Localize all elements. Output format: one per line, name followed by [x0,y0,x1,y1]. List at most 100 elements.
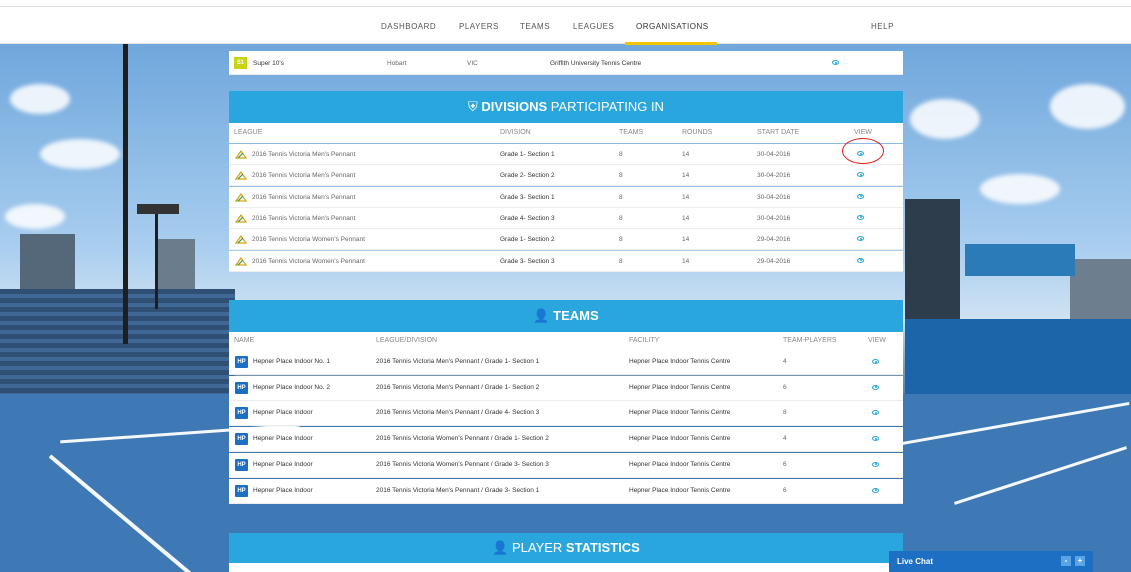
view-eye-icon[interactable] [872,461,879,467]
view-eye-icon[interactable] [832,60,839,65]
team-facility[interactable]: Hepner Place Indoor Tennis Centre [629,358,730,365]
team-facility[interactable]: Hepner Place Indoor Tennis Centre [629,461,730,468]
nav-organisations[interactable]: ORGANISATIONS [636,22,709,31]
team-facility[interactable]: Hepner Place Indoor Tennis Centre [629,409,730,416]
team-players-count: 8 [783,409,787,417]
team-badge: HP [235,356,248,368]
view-eye-icon[interactable] [857,172,864,178]
start-date: 30-04-2016 [757,214,791,222]
nav-dashboard[interactable]: DASHBOARD [381,22,436,31]
team-badge: HP [235,381,248,394]
team-players-count: 4 [783,358,787,365]
division-row: 2016 Tennis Victoria Men's Pennant Grade … [229,207,903,229]
division-name[interactable]: Grade 4- Section 3 [500,215,555,222]
highlight-circle [842,138,884,164]
nav-leagues[interactable]: LEAGUES [573,22,614,31]
divisions-section-header: ⛨ DIVISIONS PARTICIPATING IN [229,91,903,123]
team-league-division[interactable]: 2016 Tennis Victoria Men's Pennant / Gra… [376,487,539,494]
view-eye-icon[interactable] [857,236,864,242]
team-badge: HP [235,458,248,471]
team-name[interactable]: Hepner Place Indoor [253,461,313,468]
start-date: 29-04-2016 [757,257,791,265]
division-name[interactable]: Grade 3- Section 1 [500,194,555,201]
team-league-division[interactable]: 2016 Tennis Victoria Men's Pennant / Gra… [376,409,539,416]
view-eye-icon[interactable] [857,257,864,263]
team-row: HP Hepner Place Indoor 2016 Tennis Victori… [229,478,903,504]
divisions-table-header: LEAGUE DIVISION TEAMS ROUNDS START DATE … [229,123,903,143]
team-row: HP Hepner Place Indoor 2016 Tennis Victori… [229,427,903,453]
teams-title: TEAMS [553,308,599,323]
view-eye-icon[interactable] [857,214,864,220]
teams-count: 8 [619,236,623,244]
team-name[interactable]: Hepner Place Indoor No. 1 [253,358,330,365]
team-badge: HP [235,407,248,420]
teams-count: 8 [619,193,623,201]
division-name[interactable]: Grade 1- Section 2 [500,236,555,243]
division-name[interactable]: Grade 1- Section 1 [500,151,555,158]
player-stats-section-header: 👤 PLAYER STATISTICS [229,533,903,563]
team-league-division[interactable]: 2016 Tennis Victoria Men's Pennant / Gra… [376,358,539,365]
minimize-icon[interactable]: - [1061,556,1071,566]
team-facility[interactable]: Hepner Place Indoor Tennis Centre [629,384,730,391]
division-row: 2016 Tennis Victoria Men's Pennant Grade … [229,144,903,165]
league-logo-icon [235,192,247,202]
col-division: DIVISION [500,129,531,136]
teams-table-header: NAME LEAGUE/DIVISION FACILITY TEAM-PLAYE… [229,332,903,350]
col-rounds: ROUNDS [682,129,713,136]
league-name[interactable]: 2016 Tennis Victoria Men's Pennant [252,151,355,158]
team-row: HP Hepner Place Indoor 2016 Tennis Victori… [229,401,903,427]
start-date: 30-04-2016 [757,172,791,180]
view-eye-icon[interactable] [872,487,879,493]
nav-teams[interactable]: TEAMS [520,22,550,31]
league-name[interactable]: 2016 Tennis Victoria Men's Pennant [252,172,355,179]
league-name[interactable]: 2016 Tennis Victoria Women's Pennant [252,258,365,265]
club-city: Hobart [387,60,407,67]
team-name[interactable]: Hepner Place Indoor [253,409,313,416]
view-eye-icon[interactable] [857,193,864,199]
col-view: VIEW [868,337,886,344]
view-eye-icon[interactable] [872,410,879,416]
view-eye-icon[interactable] [872,384,879,390]
col-name: NAME [234,337,255,344]
division-name[interactable]: Grade 2- Section 2 [500,172,555,179]
rounds-count: 14 [682,172,690,180]
club-badge: S1 [234,57,247,69]
team-name[interactable]: Hepner Place Indoor [253,487,313,494]
live-chat-bar[interactable]: Live Chat - + [889,551,1093,572]
league-name[interactable]: 2016 Tennis Victoria Men's Pennant [252,194,355,201]
team-facility[interactable]: Hepner Place Indoor Tennis Centre [629,435,730,442]
division-row: 2016 Tennis Victoria Women's Pennant Grad… [229,250,903,272]
teams-count: 8 [619,172,623,180]
rounds-count: 14 [682,257,690,265]
team-name[interactable]: Hepner Place Indoor [253,435,313,442]
league-logo-icon [235,150,247,159]
team-players-count: 4 [783,435,787,443]
nav-help[interactable]: HELP [871,22,894,31]
league-name[interactable]: 2016 Tennis Victoria Men's Pennant [252,215,355,222]
team-players-count: 6 [783,460,787,468]
team-league-division[interactable]: 2016 Tennis Victoria Women's Pennant / G… [376,435,549,442]
view-eye-icon[interactable] [872,436,879,442]
col-team-players: TEAM-PLAYERS [783,337,837,344]
shield-icon: ⛨ [468,99,478,114]
col-view: VIEW [854,129,872,136]
team-name[interactable]: Hepner Place Indoor No. 2 [253,384,330,391]
rounds-count: 14 [682,214,690,222]
user-icon: 👤 [492,540,509,555]
team-league-division[interactable]: 2016 Tennis Victoria Men's Pennant / Gra… [376,384,539,391]
team-league-division[interactable]: 2016 Tennis Victoria Women's Pennant / G… [376,461,549,468]
team-facility[interactable]: Hepner Place Indoor Tennis Centre [629,487,730,494]
club-name: Super 10's [253,60,284,67]
division-name[interactable]: Grade 3- Section 3 [500,258,555,265]
divisions-title-rest: PARTICIPATING IN [547,99,664,114]
nav-players[interactable]: PLAYERS [459,22,499,31]
view-eye-icon[interactable] [872,359,879,364]
division-row: 2016 Tennis Victoria Men's Pennant Grade … [229,165,903,187]
teams-count: 8 [619,151,623,158]
club-facility: Griffith University Tennis Centre [550,60,642,67]
col-teams: TEAMS [619,129,644,136]
league-name[interactable]: 2016 Tennis Victoria Women's Pennant [252,236,365,243]
player-stats-title-bold: STATISTICS [565,540,640,555]
league-logo-icon [235,256,247,266]
expand-icon[interactable]: + [1075,556,1085,566]
